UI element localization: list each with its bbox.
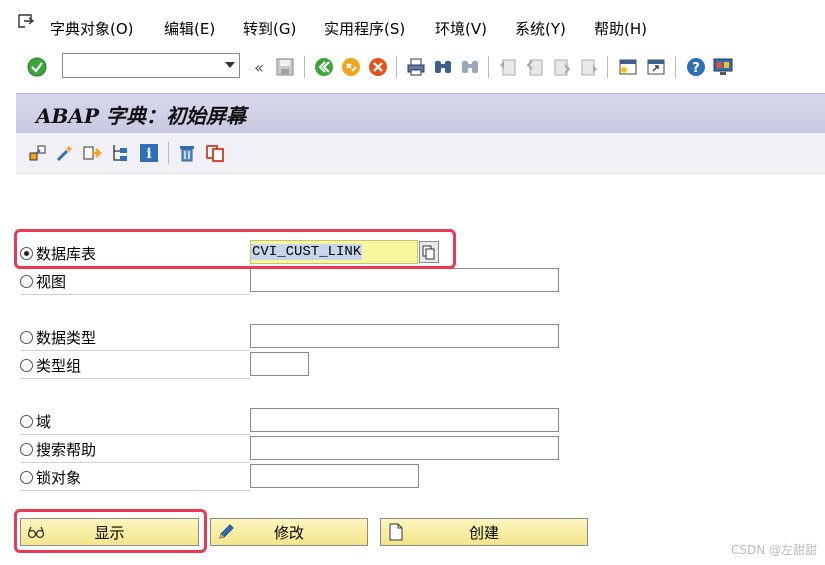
toolbar-divider <box>675 56 676 78</box>
create-button-label: 创建 <box>468 523 499 542</box>
lock-object-radio[interactable] <box>20 470 33 484</box>
view-label: 视图 <box>36 272 67 291</box>
change-button[interactable]: 修改 <box>210 518 368 546</box>
toolbar-divider <box>607 56 608 78</box>
type-group-input[interactable] <box>250 352 309 376</box>
first-page-icon[interactable] <box>497 56 519 78</box>
search-help-radio[interactable] <box>20 442 33 456</box>
domain-label: 域 <box>36 412 52 431</box>
view-option[interactable]: 视图 <box>20 270 66 292</box>
domain-option[interactable]: 域 <box>20 410 51 432</box>
toolbar-divider <box>304 56 305 78</box>
svg-text:i: i <box>146 146 151 162</box>
command-field[interactable] <box>62 53 240 78</box>
menu-utilities[interactable]: 实用程序(S) <box>324 18 405 39</box>
type-group-radio[interactable] <box>20 358 33 372</box>
highlight-box-display <box>14 509 207 553</box>
create-session-icon[interactable] <box>617 56 639 78</box>
shortcut-icon[interactable] <box>645 56 667 78</box>
highlight-box-db-table <box>14 229 456 269</box>
other-object-icon[interactable] <box>27 142 49 164</box>
view-input[interactable] <box>250 268 559 292</box>
lock-object-input[interactable] <box>250 464 419 488</box>
chevron-down-icon[interactable] <box>225 62 235 68</box>
page-title: ABAP 字典：初始屏幕 <box>36 104 246 128</box>
divider <box>20 378 250 379</box>
cancel-icon[interactable] <box>367 56 389 78</box>
print-icon[interactable] <box>405 56 427 78</box>
type-group-option[interactable]: 类型组 <box>20 354 81 376</box>
lock-object-label: 锁对象 <box>36 468 82 487</box>
domain-radio[interactable] <box>20 414 33 428</box>
activate-icon[interactable] <box>54 142 76 164</box>
help-icon[interactable]: ? <box>685 56 707 78</box>
create-button[interactable]: 创建 <box>380 518 588 546</box>
view-radio[interactable] <box>20 274 33 288</box>
enter-check-icon[interactable] <box>26 56 48 78</box>
divider <box>20 462 250 463</box>
menu-environment[interactable]: 环境(V) <box>435 18 487 39</box>
menu-exit-icon[interactable] <box>17 13 35 29</box>
last-page-icon[interactable] <box>578 56 600 78</box>
toolbar-divider <box>168 142 169 164</box>
data-type-label: 数据类型 <box>36 328 97 347</box>
menu-help[interactable]: 帮助(H) <box>594 18 647 39</box>
data-type-option[interactable]: 数据类型 <box>20 326 96 348</box>
search-help-option[interactable]: 搜索帮助 <box>20 438 96 460</box>
new-document-icon <box>389 523 403 541</box>
divider <box>20 294 250 295</box>
find-next-icon[interactable] <box>459 56 481 78</box>
change-button-label: 修改 <box>273 523 304 542</box>
lock-object-option[interactable]: 锁对象 <box>20 466 81 488</box>
watermark: CSDN @左甜甜 <box>730 543 817 557</box>
svg-text:?: ? <box>692 61 700 76</box>
back-icon[interactable]: « <box>248 56 270 78</box>
search-help-input[interactable] <box>250 436 559 460</box>
next-page-icon[interactable] <box>551 56 573 78</box>
toolbar-divider <box>396 56 397 78</box>
object-list-icon[interactable] <box>109 142 131 164</box>
domain-input[interactable] <box>250 408 559 432</box>
previous-page-icon[interactable] <box>524 56 546 78</box>
green-back-icon[interactable] <box>313 56 335 78</box>
search-help-label: 搜索帮助 <box>36 440 97 459</box>
divider <box>20 490 250 491</box>
data-type-radio[interactable] <box>20 330 33 344</box>
menu-edit[interactable]: 编辑(E) <box>164 18 215 39</box>
delete-icon[interactable] <box>176 142 198 164</box>
menu-goto[interactable]: 转到(G) <box>243 18 296 39</box>
pencil-icon <box>219 524 234 539</box>
exit-icon[interactable] <box>340 56 362 78</box>
customize-layout-icon[interactable] <box>712 56 734 78</box>
toolbar-divider <box>488 56 489 78</box>
menu-dictionary-object[interactable]: 字典对象(O) <box>50 18 134 39</box>
where-used-icon[interactable] <box>81 142 103 164</box>
save-icon[interactable] <box>274 56 296 78</box>
find-icon[interactable] <box>432 56 454 78</box>
info-icon[interactable]: i <box>138 142 160 164</box>
divider <box>20 350 250 351</box>
copy-icon[interactable] <box>204 142 226 164</box>
menu-system[interactable]: 系统(Y) <box>515 18 566 39</box>
type-group-label: 类型组 <box>36 356 82 375</box>
divider <box>20 434 250 435</box>
data-type-input[interactable] <box>250 324 559 348</box>
